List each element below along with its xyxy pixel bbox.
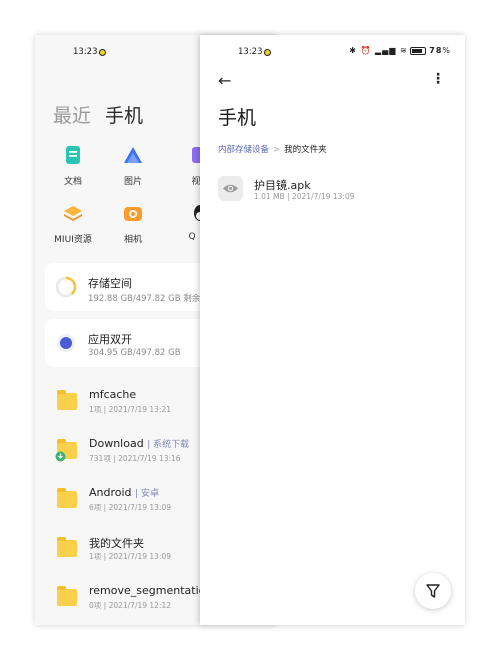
eye-icon xyxy=(223,184,238,193)
file-meta: 1.01 MB | 2021/7/19 13:09 xyxy=(254,192,355,201)
folder-meta: 1项 | 2021/7/19 13:09 xyxy=(89,552,172,561)
folder-icon xyxy=(57,586,77,606)
signal-icon: ▂▄▆ xyxy=(374,46,397,55)
folder-name-text: Download xyxy=(89,437,144,450)
folder-tag-text: 安卓 xyxy=(140,489,159,499)
folder-icon xyxy=(57,488,77,508)
battery-percent-sign: % xyxy=(442,46,451,55)
document-icon xyxy=(66,146,80,164)
quick-access-label: 图片 xyxy=(123,177,142,187)
folder-name: 我的文件夹 xyxy=(89,537,144,550)
folder-name: Android | 安卓 xyxy=(89,486,159,499)
folder-name-text: Android xyxy=(89,486,132,499)
status-time: 13:23 xyxy=(73,47,98,57)
battery-icon xyxy=(409,46,426,55)
download-badge-icon xyxy=(55,451,66,462)
storage-title: 存储空间 xyxy=(88,277,132,290)
folder-meta: 6项 | 2021/7/19 13:09 xyxy=(89,503,172,512)
quick-access-label: MIUI资源 xyxy=(54,235,92,245)
tab-phone[interactable]: 手机 xyxy=(105,101,143,128)
breadcrumb: 内部存储设备 > 我的文件夹 xyxy=(218,143,327,155)
battery-level: 78 xyxy=(429,46,443,55)
miui-resources-icon xyxy=(64,206,82,221)
filter-icon xyxy=(426,584,440,598)
folder-tag-text: 系统下载 xyxy=(153,440,190,450)
more-options-icon[interactable]: ⋮ xyxy=(431,71,445,87)
folder-tag: | 安卓 xyxy=(135,489,159,499)
folder-icon xyxy=(57,537,77,557)
wifi-icon: ≋ xyxy=(400,46,408,55)
folder-meta: 1项 | 2021/7/19 13:21 xyxy=(89,405,172,414)
dual-apps-subtitle: 304.95 GB/497.82 GB xyxy=(88,348,181,358)
breadcrumb-root[interactable]: 内部存储设备 xyxy=(218,145,269,155)
status-dot-icon xyxy=(264,49,271,56)
quick-access-label: 文档 xyxy=(63,177,82,187)
camera-icon xyxy=(124,207,142,221)
folder-detail-screen: 13:23 ✱ ⏰ ▂▄▆ ≋ 78% ← ⋮ 手机 内部存储设备 > 我的文件夹 … xyxy=(200,35,465,625)
status-time: 13:23 xyxy=(238,47,263,57)
folder-tag: | 系统下载 xyxy=(147,440,190,450)
page-title: 手机 xyxy=(218,107,257,129)
picture-icon xyxy=(124,147,142,163)
status-dot-icon xyxy=(99,49,106,56)
quick-access-label: 相机 xyxy=(123,235,142,245)
bluetooth-icon: ✱ xyxy=(349,46,357,55)
breadcrumb-current: 我的文件夹 xyxy=(284,145,327,155)
folder-meta: 0项 | 2021/7/19 12:12 xyxy=(89,601,172,610)
alarm-icon: ⏰ xyxy=(360,46,372,55)
apk-file-thumbnail xyxy=(218,176,243,201)
folder-meta: 731项 | 2021/7/19 13:16 xyxy=(89,454,181,463)
breadcrumb-separator: > xyxy=(273,145,281,155)
storage-subtitle: 192.88 GB/497.82 GB 剩余30 xyxy=(88,294,212,304)
status-icons: ✱ ⏰ ▂▄▆ ≋ 78% xyxy=(349,46,451,55)
dual-apps-title: 应用双开 xyxy=(88,333,132,346)
file-name: 护目镜.apk xyxy=(254,179,311,192)
storage-ring-icon xyxy=(55,276,77,298)
dual-apps-icon xyxy=(57,334,75,352)
folder-name: remove_segmentatio xyxy=(89,584,206,597)
folder-name: mfcache xyxy=(89,388,137,401)
tab-recent[interactable]: 最近 xyxy=(53,101,91,128)
folder-name: Download | 系统下载 xyxy=(89,437,189,450)
back-button[interactable]: ← xyxy=(218,71,231,90)
filter-button[interactable] xyxy=(415,573,451,609)
folder-icon xyxy=(57,390,77,410)
